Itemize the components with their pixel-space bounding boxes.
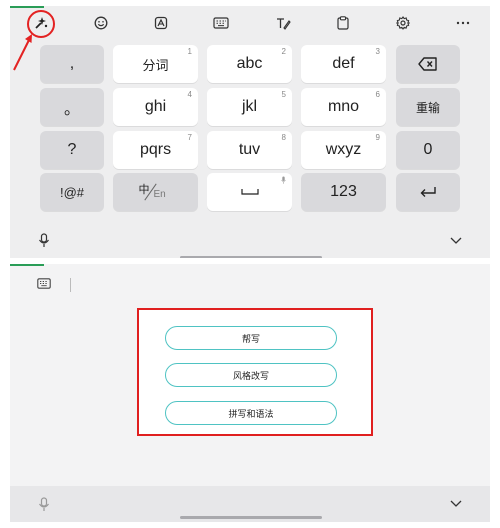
key-label: ? (67, 141, 77, 158)
mic-small-icon (281, 176, 286, 184)
key-9-wxyz[interactable]: wxyz 9 (301, 131, 386, 169)
key-label: 。 (63, 101, 80, 118)
key-6-mno[interactable]: mno 6 (301, 88, 386, 126)
key-number: 4 (187, 90, 192, 99)
key-3-def[interactable]: def 3 (301, 45, 386, 83)
key-label: pqrs (139, 141, 172, 158)
key-number: 2 (281, 47, 286, 56)
key-4-ghi[interactable]: ghi 4 (113, 88, 198, 126)
key-label: !@# (59, 184, 85, 200)
key-label: jkl (241, 98, 258, 115)
settings-icon[interactable] (392, 12, 414, 34)
active-tab-indicator (10, 264, 44, 266)
key-number: 5 (281, 90, 286, 99)
keyboard-bottom-bar (10, 222, 490, 258)
reinput-key[interactable]: 重输 (396, 88, 460, 126)
key-5-jkl[interactable]: jkl 5 (207, 88, 292, 126)
chevron-down-icon[interactable] (450, 500, 462, 508)
chevron-down-icon[interactable] (450, 237, 462, 245)
clipboard-icon[interactable] (332, 12, 354, 34)
spelling-grammar-button[interactable]: 拼写和语法 (165, 401, 337, 425)
space-key[interactable] (207, 173, 292, 211)
symbols-key[interactable]: !@# (40, 173, 104, 211)
home-indicator (180, 516, 322, 519)
home-indicator (180, 256, 322, 258)
key-label: , (69, 55, 75, 72)
option-label: 风格改写 (232, 371, 269, 382)
option-label: 拼写和语法 (228, 409, 274, 420)
microphone-icon[interactable] (38, 497, 50, 512)
key-label: 123 (330, 183, 357, 200)
more-icon[interactable] (452, 12, 474, 34)
space-icon (240, 189, 259, 195)
microphone-icon[interactable] (38, 233, 50, 248)
emoji-icon[interactable] (90, 12, 112, 34)
enter-icon (420, 187, 436, 197)
keyboard-icon[interactable] (210, 12, 232, 34)
ai-panel-toolbar (10, 274, 490, 296)
key-label: wxyz (325, 141, 362, 158)
t9-keyboard-panel: , 分词 1 abc 2 def 3 。 ghi 4 jkl 5 mno 6 重输 ? pq… (10, 6, 490, 258)
key-label: 0 (423, 141, 433, 158)
option-label: 帮写 (241, 334, 260, 345)
key-number: 3 (375, 47, 380, 56)
numbers-key[interactable]: 123 (301, 173, 386, 211)
key-7-pqrs[interactable]: pqrs 7 (113, 131, 198, 169)
key-label: mno (327, 98, 360, 115)
key-label: 重输 (415, 100, 440, 115)
en-label: En (153, 189, 166, 200)
language-switch-key[interactable]: 中 En (113, 173, 198, 211)
key-label: 分词 (142, 58, 169, 74)
key-number: 7 (187, 133, 192, 142)
key-question[interactable]: ? (40, 131, 104, 169)
key-label: abc (236, 55, 263, 72)
key-number: 1 (187, 47, 192, 56)
handwriting-icon[interactable] (272, 12, 294, 34)
help-write-button[interactable]: 帮写 (165, 326, 337, 350)
text-caret (70, 278, 71, 292)
style-rewrite-button[interactable]: 风格改写 (165, 363, 337, 387)
key-label: tuv (238, 141, 261, 158)
key-8-tuv[interactable]: tuv 8 (207, 131, 292, 169)
key-1-fenci[interactable]: 分词 1 (113, 45, 198, 83)
keyboard-toolbar (10, 8, 490, 38)
key-2-abc[interactable]: abc 2 (207, 45, 292, 83)
ai-writing-panel: 帮写 风格改写 拼写和语法 (10, 264, 490, 522)
ai-panel-bottom-bar (10, 486, 490, 522)
key-0[interactable]: 0 (396, 131, 460, 169)
ai-image-icon[interactable] (150, 12, 172, 34)
backspace-key[interactable] (396, 45, 460, 83)
backspace-icon (418, 57, 437, 71)
enter-key[interactable] (396, 173, 460, 211)
keyboard-icon[interactable] (37, 278, 51, 289)
key-number: 6 (375, 90, 380, 99)
key-number: 9 (375, 133, 380, 142)
annotation-arrow (13, 34, 32, 71)
key-period[interactable]: 。 (40, 88, 104, 126)
key-number: 8 (281, 133, 286, 142)
zh-en-label: 中 En (139, 181, 173, 203)
highlight-box: 帮写 风格改写 拼写和语法 (137, 308, 373, 436)
key-label: ghi (144, 98, 167, 115)
key-label: def (332, 55, 355, 72)
